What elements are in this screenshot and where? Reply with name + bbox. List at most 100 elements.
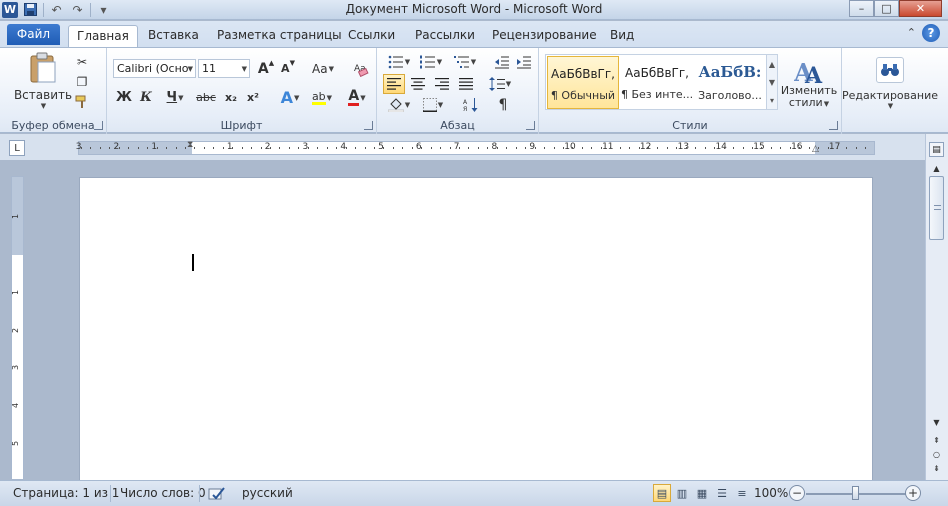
ruler-tick — [411, 147, 413, 149]
change-styles-button[interactable]: AA Изменить стили▼ — [780, 52, 838, 114]
bold-button[interactable]: Ж — [115, 88, 133, 107]
underline-button[interactable]: Ч ▼ — [161, 88, 189, 107]
format-painter-icon[interactable] — [74, 94, 90, 110]
ruler-tick — [525, 147, 527, 149]
print-layout-view-icon[interactable]: ▤ — [653, 484, 671, 502]
sort-icon[interactable]: AЯ — [461, 96, 481, 114]
align-left-button[interactable] — [383, 74, 405, 94]
zoom-slider-thumb[interactable] — [852, 486, 859, 500]
ruler-label: 2 — [11, 327, 21, 333]
ruler-tick — [364, 147, 366, 149]
full-screen-reading-view-icon[interactable]: ▥ — [673, 484, 691, 502]
superscript-button[interactable]: x² — [243, 88, 263, 107]
draft-view-icon[interactable]: ≡ — [733, 484, 751, 502]
scroll-thumb[interactable] — [929, 176, 944, 240]
vertical-scrollbar[interactable]: ▤ ▲ ▼ ⇞ ○ ⇟ — [925, 134, 948, 480]
status-separator — [110, 485, 111, 502]
style-heading1[interactable]: АаБбВ: Заголово... — [694, 56, 766, 109]
document-page[interactable] — [79, 177, 873, 497]
decrease-indent-icon[interactable] — [493, 53, 511, 70]
next-page-icon[interactable]: ⇟ — [929, 462, 944, 475]
ruler-tick — [81, 147, 82, 149]
ruler-tick — [666, 147, 668, 149]
styles-launcher-icon[interactable] — [829, 121, 838, 130]
right-indent-marker-icon[interactable]: △ — [812, 144, 819, 154]
zoom-level[interactable]: 100% — [754, 486, 788, 500]
vertical-ruler[interactable]: 1 1 2 3 4 5 — [11, 176, 24, 480]
change-case-button[interactable]: Aa ▼ — [310, 59, 336, 78]
clear-formatting-icon[interactable]: Aa — [351, 59, 371, 78]
font-launcher-icon[interactable] — [364, 121, 373, 130]
change-case-label: Aa — [312, 61, 328, 76]
word-count[interactable]: Число слов: 0 — [120, 486, 206, 500]
previous-page-icon[interactable]: ⇞ — [929, 434, 944, 447]
tab-file[interactable]: Файл — [7, 24, 60, 45]
cut-icon[interactable]: ✂ — [74, 54, 90, 70]
bullets-button[interactable]: ▼ — [385, 53, 413, 70]
editing-button[interactable]: Редактирование ▼ — [842, 52, 938, 114]
scroll-up-icon[interactable]: ▲ — [929, 162, 944, 174]
page-count[interactable]: Страница: 1 из 1 — [13, 486, 119, 500]
horizontal-ruler[interactable]: 3 2 1 1 2 3 4 5 6 7 8 9 10 11 12 13 14 15 16 17 ⧗ △ — [76, 140, 875, 155]
highlight-button[interactable]: ab ▼ — [307, 88, 337, 107]
scroll-down-icon[interactable]: ▼ — [769, 78, 775, 87]
maximize-button[interactable]: □ — [874, 0, 899, 17]
tab-mailings[interactable]: Рассылки — [407, 25, 483, 47]
scroll-up-icon[interactable]: ▲ — [769, 60, 775, 69]
indent-marker-icon[interactable]: ⧗ — [187, 140, 193, 150]
copy-icon[interactable]: ❐ — [74, 74, 90, 90]
italic-button[interactable]: К — [137, 88, 155, 107]
style-normal[interactable]: АаБбВвГг, ¶ Обычный — [547, 56, 619, 109]
web-layout-view-icon[interactable]: ▦ — [693, 484, 711, 502]
language-indicator[interactable]: русский — [242, 486, 293, 500]
ruler-tick — [298, 147, 300, 149]
view-ruler-icon[interactable]: ▤ — [929, 142, 944, 157]
zoom-in-button[interactable]: + — [905, 485, 921, 501]
multilevel-list-button[interactable]: ▼ — [451, 53, 479, 70]
ruler-tick — [827, 147, 829, 149]
shrink-font-button[interactable]: A ▼ — [279, 59, 297, 78]
align-right-button[interactable] — [431, 74, 453, 94]
strikethrough-button[interactable]: abc — [195, 88, 217, 107]
paste-button[interactable]: Вставить ▼ — [14, 52, 72, 110]
grow-font-button[interactable]: A ▲ — [257, 59, 275, 78]
underline-label: Ч — [166, 90, 178, 105]
font-name-combo[interactable]: Calibri (Осно ▼ — [113, 59, 196, 78]
minimize-button[interactable]: – — [849, 0, 874, 17]
line-spacing-button[interactable]: ▼ — [487, 74, 513, 94]
paste-icon — [30, 52, 56, 83]
borders-button[interactable]: ▼ — [419, 96, 447, 114]
tab-insert[interactable]: Вставка — [140, 25, 207, 47]
proofing-icon[interactable] — [208, 486, 226, 505]
grow-font-label: A — [257, 60, 269, 77]
text-effects-button[interactable]: A ▼ — [277, 88, 303, 107]
font-size-combo[interactable]: 11 ▼ — [198, 59, 250, 78]
tab-review[interactable]: Рецензирование — [484, 25, 605, 47]
tab-page-layout[interactable]: Разметка страницы — [209, 25, 350, 47]
numbering-button[interactable]: ▼ — [417, 53, 445, 70]
close-button[interactable]: ✕ — [899, 0, 942, 17]
shading-button[interactable]: ▼ — [385, 96, 413, 114]
paragraph-launcher-icon[interactable] — [526, 121, 535, 130]
zoom-out-button[interactable]: − — [789, 485, 805, 501]
browse-object-icon[interactable]: ○ — [929, 448, 944, 461]
styles-gallery-scroll[interactable]: ▲ ▼ ▾ — [766, 54, 778, 110]
subscript-button[interactable]: x₂ — [221, 88, 241, 107]
show-formatting-button[interactable]: ¶ — [493, 96, 513, 114]
justify-button[interactable] — [455, 74, 477, 94]
tab-view[interactable]: Вид — [602, 25, 642, 47]
font-color-button[interactable]: A ▼ — [343, 88, 371, 107]
tab-home[interactable]: Главная — [68, 25, 138, 47]
outline-view-icon[interactable]: ☰ — [713, 484, 731, 502]
tab-references[interactable]: Ссылки — [340, 25, 403, 47]
increase-indent-icon[interactable] — [515, 53, 533, 70]
scroll-down-icon[interactable]: ▼ — [929, 416, 944, 428]
multilevel-list-icon — [453, 55, 469, 68]
clipboard-launcher-icon[interactable] — [94, 121, 103, 130]
minimize-ribbon-icon[interactable]: ⌃ — [907, 26, 916, 39]
help-icon[interactable]: ? — [922, 24, 940, 42]
tab-selector-button[interactable]: L — [9, 140, 25, 156]
more-styles-icon[interactable]: ▾ — [770, 96, 774, 105]
style-no-spacing[interactable]: АаБбВвГг, ¶ Без инте... — [621, 56, 693, 109]
align-center-button[interactable] — [407, 74, 429, 94]
